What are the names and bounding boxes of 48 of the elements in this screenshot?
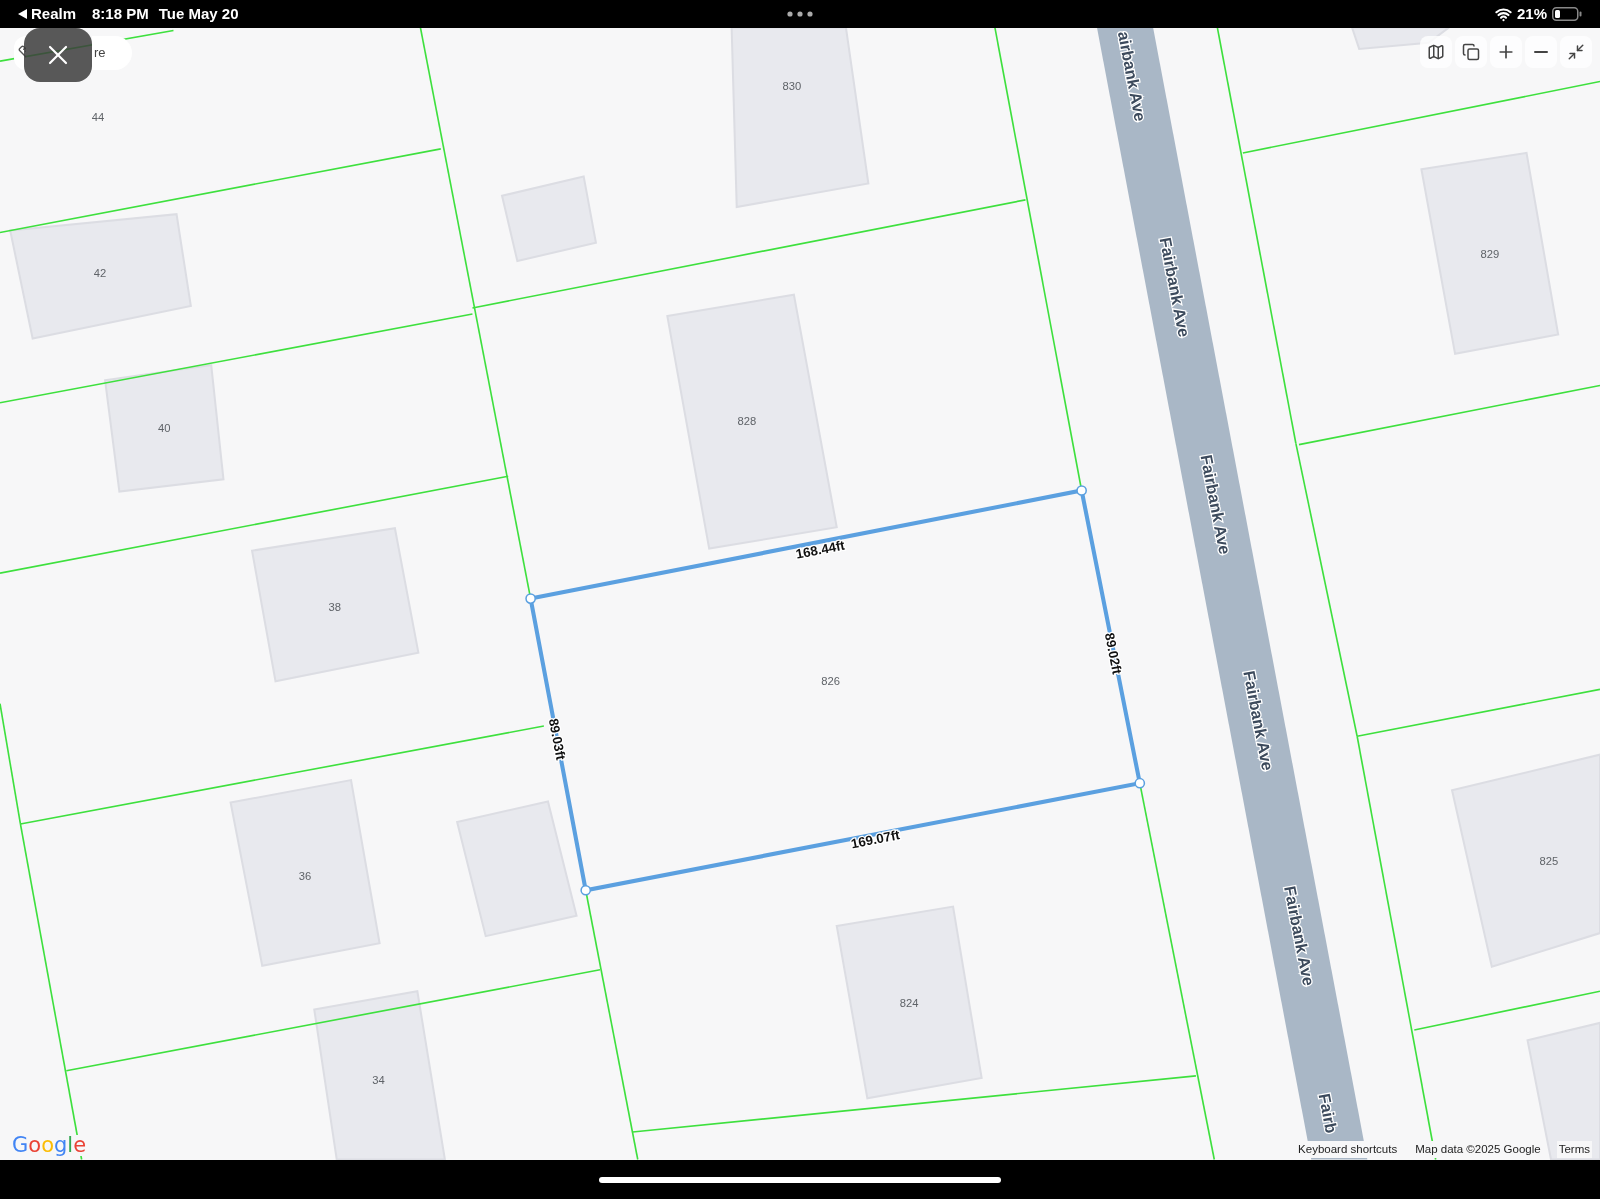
street-name: Fairbank Ave <box>1240 669 1278 773</box>
zoom-out-button[interactable] <box>1525 36 1557 68</box>
battery-percent: 21% <box>1516 3 1547 24</box>
map-icon <box>1427 43 1445 61</box>
street-name: Fairb <box>1315 1092 1341 1135</box>
measurement-label: 169.07ft <box>849 827 901 852</box>
measurement-label: 89.03ft <box>545 717 569 762</box>
more-dots-icon[interactable] <box>787 11 813 17</box>
vertex-handle[interactable] <box>1134 777 1146 789</box>
zoom-in-button[interactable] <box>1490 36 1522 68</box>
house-number: 824 <box>899 997 919 1010</box>
street-name: Fairbank Ave <box>1156 235 1194 339</box>
map-type-button[interactable] <box>1420 36 1452 68</box>
measurement-label: 89.02ft <box>1101 631 1125 676</box>
measurement-label: 168.44ft <box>794 537 846 562</box>
vertex-handle[interactable] <box>580 884 592 896</box>
status-date: Tue May 20 <box>158 3 239 24</box>
house-number: 825 <box>1539 854 1559 867</box>
lot-boundary[interactable] <box>528 488 1143 893</box>
house-number: 34 <box>372 1073 385 1086</box>
house-number: 36 <box>298 869 312 882</box>
close-button[interactable] <box>24 28 92 82</box>
house-number: 40 <box>158 422 171 435</box>
lot-number: 826 <box>821 675 840 688</box>
street-name: airbank Ave <box>1114 29 1150 123</box>
house-number: 38 <box>328 600 341 613</box>
layers-icon <box>1462 43 1480 61</box>
search-field[interactable]: re <box>92 36 132 70</box>
google-logo: Google <box>12 1135 89 1156</box>
battery-icon <box>1552 7 1582 21</box>
house-number: 828 <box>737 415 757 428</box>
back-icon <box>18 9 27 19</box>
house-number: 44 <box>91 111 105 124</box>
back-link[interactable]: Realm <box>31 2 77 26</box>
wifi-icon <box>1494 5 1512 23</box>
house-number: 830 <box>782 79 802 92</box>
exit-fullscreen-button[interactable] <box>1560 36 1592 68</box>
home-indicator[interactable] <box>599 1176 1001 1183</box>
layers-button[interactable] <box>1455 36 1487 68</box>
vertex-handle[interactable] <box>1076 485 1087 496</box>
status-time: 8:18 PM <box>92 3 149 24</box>
vertex-handle[interactable] <box>525 593 536 604</box>
house-number: 829 <box>1480 247 1500 260</box>
shrink-icon <box>1567 43 1585 61</box>
minus-icon <box>1534 51 1548 53</box>
street-name: Fairbank Ave <box>1281 884 1319 988</box>
street-name: Fairbank Ave <box>1197 453 1235 556</box>
house-number: 42 <box>93 267 107 280</box>
